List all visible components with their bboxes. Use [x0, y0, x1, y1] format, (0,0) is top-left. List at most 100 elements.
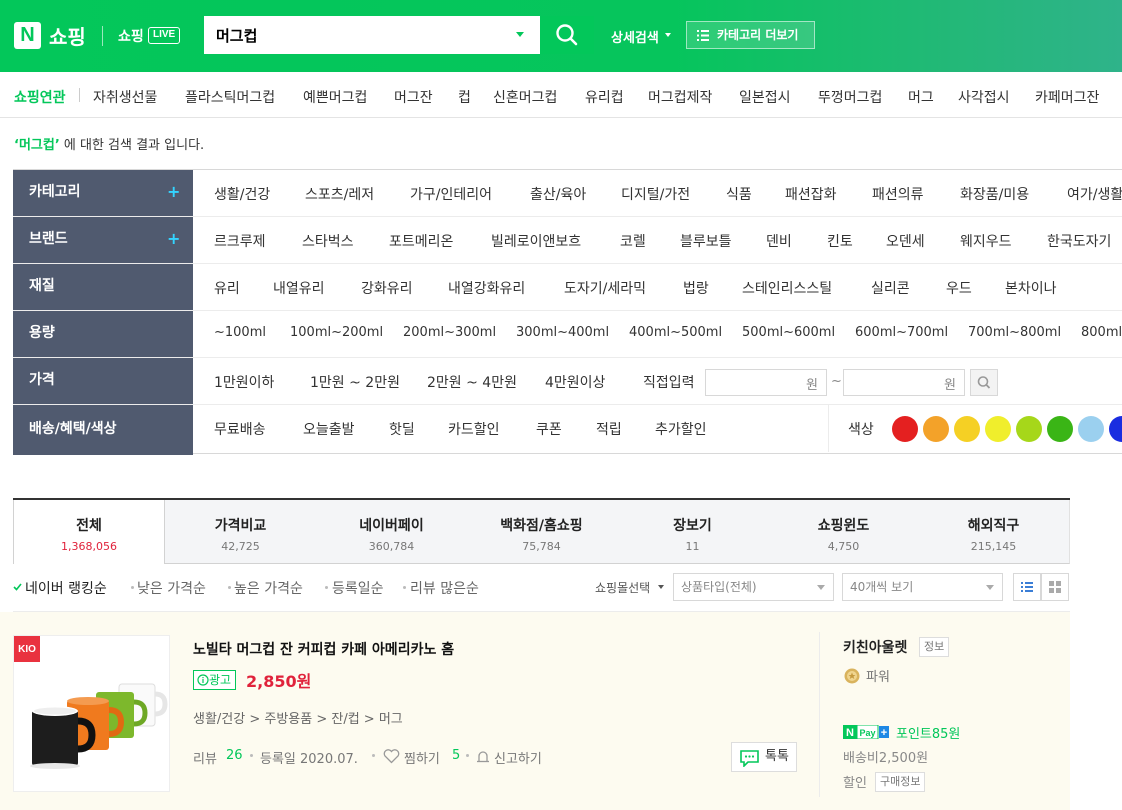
filter-option[interactable]: 스테인리스스틸	[742, 278, 832, 298]
shopping-logo-text[interactable]: 쇼핑	[49, 21, 86, 50]
filter-option[interactable]: 한국도자기	[1047, 231, 1111, 251]
purchase-info-button[interactable]: 구매정보	[875, 772, 926, 792]
filter-option[interactable]: 1만원이하	[214, 372, 274, 392]
related-item[interactable]: 머그	[908, 87, 934, 107]
related-item[interactable]: 머그잔	[394, 87, 433, 107]
price-max-input[interactable]: 원	[843, 369, 965, 396]
plus-icon[interactable]: +	[167, 217, 180, 261]
filter-option[interactable]: 식품	[726, 184, 752, 204]
related-item[interactable]: 일본접시	[739, 87, 791, 107]
grid-view-button[interactable]	[1041, 573, 1069, 601]
tab-price-compare[interactable]: 가격비교 42,725	[165, 500, 317, 564]
filter-head-brand[interactable]: 브랜드 +	[13, 217, 193, 263]
related-item[interactable]: 자취생선물	[93, 87, 157, 107]
filter-option[interactable]: 스타벅스	[302, 231, 354, 251]
filter-option[interactable]: 무료배송	[214, 419, 266, 439]
detail-search-button[interactable]: 상세검색	[611, 27, 659, 46]
filter-option[interactable]: 가구/인테리어	[410, 184, 492, 204]
filter-option[interactable]: 생활/건강	[214, 184, 270, 204]
color-swatch-orange[interactable]	[923, 416, 949, 442]
color-swatch-yellow[interactable]	[985, 416, 1011, 442]
filter-option[interactable]: 내열강화유리	[448, 278, 525, 298]
tab-all[interactable]: 전체 1,368,056	[13, 500, 165, 564]
filter-option[interactable]: 쿠폰	[536, 419, 562, 439]
filter-option[interactable]: 스포츠/레저	[305, 184, 374, 204]
ad-badge[interactable]: 광고	[193, 670, 237, 690]
filter-option[interactable]: 패션의류	[872, 184, 924, 204]
product-title[interactable]: 노빌타 머그컵 잔 커피컵 카페 아메리카노 홈	[193, 639, 454, 659]
filter-option[interactable]: 실리콘	[871, 278, 910, 298]
filter-option[interactable]: 빌레로이앤보흐	[491, 231, 581, 251]
seller-name[interactable]: 키친아울렛	[843, 637, 907, 657]
plus-icon[interactable]: +	[167, 170, 180, 214]
filter-option[interactable]: 블루보틀	[680, 231, 732, 251]
related-item[interactable]: 사각접시	[958, 87, 1010, 107]
filter-option[interactable]: 출산/육아	[530, 184, 586, 204]
talk-button[interactable]: 톡톡	[731, 742, 797, 772]
sort-ranking[interactable]: 네이버 랭킹순	[25, 578, 107, 598]
filter-option[interactable]: 웨지우드	[960, 231, 1012, 251]
color-swatch-green[interactable]	[1047, 416, 1073, 442]
product-type-select[interactable]: 상품타입(전체)	[673, 573, 834, 601]
filter-head-category[interactable]: 카테고리 +	[13, 170, 193, 216]
color-swatch-blue[interactable]	[1109, 416, 1122, 442]
filter-option[interactable]: 디지털/가전	[621, 184, 690, 204]
naver-logo[interactable]: N	[14, 22, 41, 49]
filter-option[interactable]: 법랑	[683, 278, 709, 298]
price-search-button[interactable]	[970, 369, 998, 396]
filter-option[interactable]: 여가/생활편의	[1067, 184, 1122, 204]
filter-option[interactable]: 내열유리	[273, 278, 325, 298]
filter-option[interactable]: 추가할인	[655, 419, 707, 439]
filter-option[interactable]: 오덴세	[886, 231, 925, 251]
filter-option[interactable]: 800ml~	[1081, 325, 1122, 340]
related-item[interactable]: 플라스틱머그컵	[185, 87, 275, 107]
related-item[interactable]: 컵	[458, 87, 471, 107]
filter-option[interactable]: 덴비	[766, 231, 792, 251]
color-swatch-gold[interactable]	[954, 416, 980, 442]
filter-option[interactable]: ~100ml	[214, 325, 266, 340]
color-swatch-yellowgreen[interactable]	[1016, 416, 1042, 442]
sort-low-price[interactable]: 낮은 가격순	[137, 578, 206, 598]
filter-option[interactable]: 유리	[214, 278, 240, 298]
color-swatch-skyblue[interactable]	[1078, 416, 1104, 442]
related-item[interactable]: 신혼머그컵	[493, 87, 557, 107]
product-thumbnail[interactable]: KIO	[13, 635, 170, 792]
search-dropdown-icon[interactable]	[516, 32, 524, 37]
sort-reg-date[interactable]: 등록일순	[332, 578, 384, 598]
related-item[interactable]: 뚜껑머그컵	[818, 87, 882, 107]
filter-option[interactable]: 4만원이상	[545, 372, 605, 392]
sort-high-price[interactable]: 높은 가격순	[234, 578, 303, 598]
filter-option[interactable]: 핫딜	[389, 419, 415, 439]
report-button[interactable]: 신고하기	[494, 748, 542, 767]
filter-option[interactable]: 킨토	[827, 231, 853, 251]
filter-option[interactable]: 코렐	[620, 231, 646, 251]
category-more-button[interactable]: 카테고리 더보기	[686, 21, 815, 49]
tab-grocery[interactable]: 장보기 11	[617, 500, 769, 564]
related-item[interactable]: 예쁜머그컵	[303, 87, 367, 107]
review-label[interactable]: 리뷰	[193, 748, 217, 767]
filter-option[interactable]: 500ml~600ml	[742, 325, 835, 340]
filter-option[interactable]: 강화유리	[361, 278, 413, 298]
tab-shopping-window[interactable]: 쇼핑윈도 4,750	[768, 500, 920, 564]
live-badge[interactable]: LIVE	[148, 27, 181, 44]
filter-option[interactable]: 600ml~700ml	[855, 325, 948, 340]
shopping-live-text[interactable]: 쇼핑	[118, 26, 144, 46]
filter-option[interactable]: 패션잡화	[785, 184, 837, 204]
tab-overseas[interactable]: 해외직구 215,145	[918, 500, 1070, 564]
filter-option[interactable]: 200ml~300ml	[403, 325, 496, 340]
tab-naver-pay[interactable]: 네이버페이 360,784	[316, 500, 468, 564]
filter-option[interactable]: 400ml~500ml	[629, 325, 722, 340]
filter-option[interactable]: 화장품/미용	[960, 184, 1029, 204]
related-item[interactable]: 카페머그잔	[1035, 87, 1099, 107]
filter-option[interactable]: 우드	[946, 278, 972, 298]
search-input[interactable]	[204, 16, 504, 54]
seller-info-button[interactable]: 정보	[919, 637, 950, 657]
filter-option[interactable]: 700ml~800ml	[968, 325, 1061, 340]
sort-reviews[interactable]: 리뷰 많은순	[410, 578, 479, 598]
filter-option[interactable]: 적립	[596, 419, 622, 439]
review-count[interactable]: 26	[226, 748, 243, 763]
filter-option[interactable]: 포트메리온	[389, 231, 453, 251]
wish-button[interactable]: 찜하기	[404, 748, 440, 767]
filter-option[interactable]: 오늘출발	[303, 419, 355, 439]
mall-select[interactable]: 쇼핑몰선택	[595, 579, 650, 596]
